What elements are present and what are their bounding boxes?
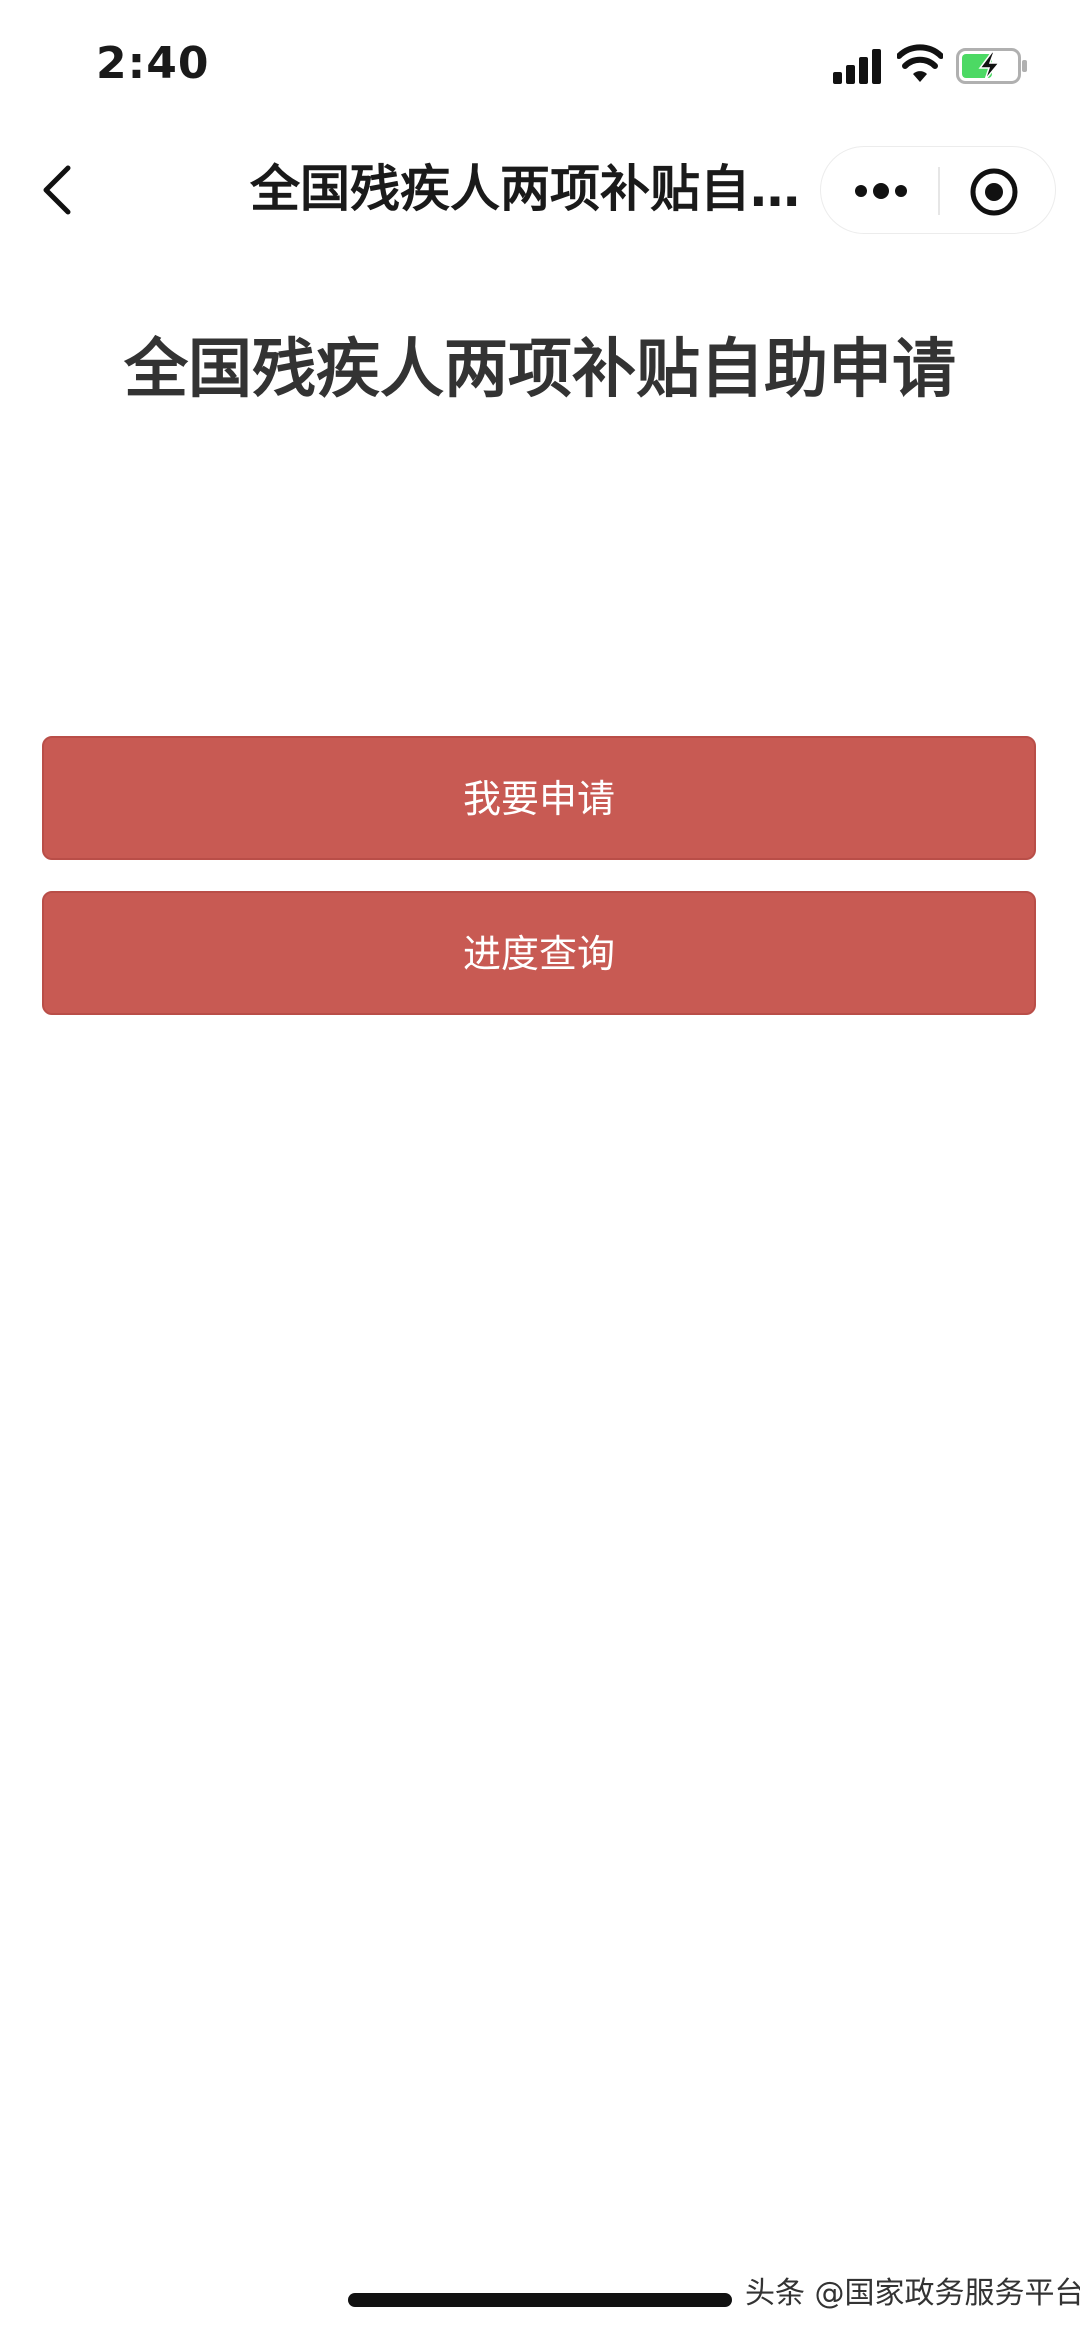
watermark: 头条 @国家政务服务平台 <box>745 2276 1080 2311</box>
status-bar: 2:40 <box>0 0 1080 130</box>
page-title: 全国残疾人两项补贴自助申请 <box>124 333 956 407</box>
nav-title: 全国残疾人两项补贴自助申请 <box>250 160 810 218</box>
status-time: 2:40 <box>96 38 210 89</box>
battery-charging-icon <box>956 48 1027 84</box>
signal-icon <box>833 49 881 84</box>
wifi-icon <box>897 44 943 82</box>
apply-button[interactable]: 我要申请 <box>42 736 1036 860</box>
capsule-divider <box>938 167 940 215</box>
home-indicator[interactable] <box>348 2293 732 2307</box>
nav-bar: 全国残疾人两项补贴自助申请 <box>0 130 1080 250</box>
progress-query-button[interactable]: 进度查询 <box>42 891 1036 1015</box>
close-icon[interactable] <box>969 167 1019 217</box>
more-icon[interactable] <box>851 171 911 211</box>
back-icon[interactable] <box>38 160 78 220</box>
miniprogram-capsule <box>820 146 1056 234</box>
